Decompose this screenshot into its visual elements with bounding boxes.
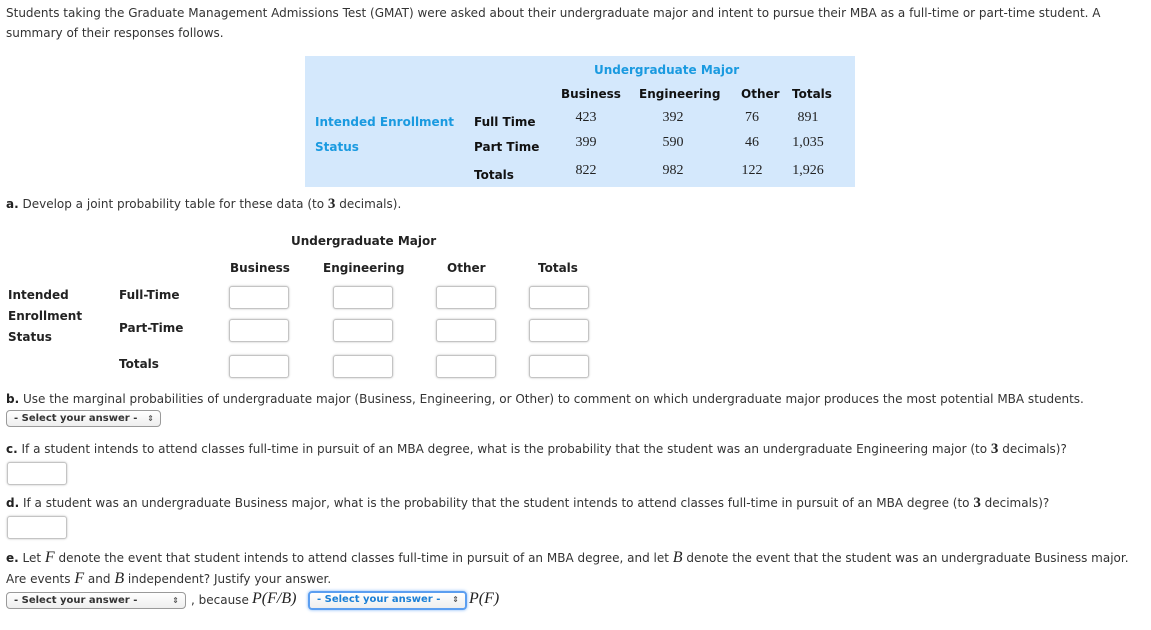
part-d-label: d. [6, 496, 20, 510]
part-c-question: c. If a student intends to attend classe… [6, 441, 1067, 457]
given-cell: 122 [741, 163, 763, 178]
full-time-other-input[interactable] [436, 286, 496, 309]
answer-col-other: Other [447, 261, 486, 275]
totals-business-input[interactable] [229, 355, 289, 378]
part-b-label: b. [6, 392, 20, 406]
answer-row-label-full-time: Full-Time [119, 288, 180, 302]
given-col-engineering: Engineering [639, 87, 721, 101]
full-time-engineering-input[interactable] [333, 286, 393, 309]
part-time-totals-input[interactable] [529, 319, 589, 342]
given-cell: 399 [575, 135, 597, 150]
part-d-answer-input[interactable] [7, 516, 67, 539]
given-col-other: Other [741, 87, 780, 101]
intro-line-1: Students taking the Graduate Management … [6, 6, 1101, 20]
because-text: , because [191, 593, 249, 607]
part-e-label: e. [6, 551, 19, 565]
part-time-engineering-input[interactable] [333, 319, 393, 342]
given-cell: 46 [745, 135, 759, 150]
part-c-answer-input[interactable] [7, 462, 67, 485]
part-e-question-line-1: e. Let F denote the event that student i… [6, 549, 1129, 566]
totals-engineering-input[interactable] [333, 355, 393, 378]
select-arrows-icon: ⇕ [172, 596, 179, 605]
given-cell: 891 [797, 110, 819, 125]
part-e-question-line-2: Are events F and B independent? Justify … [6, 570, 332, 587]
answer-col-business: Business [230, 261, 290, 275]
answer-col-engineering: Engineering [323, 261, 405, 275]
select-arrows-icon: ⇕ [147, 414, 154, 423]
full-time-totals-input[interactable] [529, 286, 589, 309]
given-cell: 76 [745, 110, 759, 125]
given-cell: 423 [575, 110, 597, 125]
given-cell: 590 [662, 135, 684, 150]
totals-other-input[interactable] [436, 355, 496, 378]
given-row-label-totals: Totals [474, 168, 514, 182]
part-time-business-input[interactable] [229, 319, 289, 342]
given-cell: 392 [662, 110, 684, 125]
intro-line-2: summary of their responses follows. [6, 26, 224, 40]
p-f: P(F) [469, 590, 500, 607]
given-cell: 1,035 [792, 135, 824, 150]
answer-row-label-totals: Totals [119, 357, 159, 371]
part-time-other-input[interactable] [436, 319, 496, 342]
answer-column-group-title: Undergraduate Major [291, 234, 437, 248]
given-col-totals: Totals [792, 87, 832, 101]
given-column-group-title: Undergraduate Major [594, 63, 740, 77]
given-row-group-title-2: Status [315, 140, 359, 154]
totals-totals-input[interactable] [529, 355, 589, 378]
given-cell: 1,926 [792, 163, 824, 178]
part-c-label: c. [6, 442, 18, 456]
answer-row-group-title-2: Enrollment [8, 309, 83, 323]
given-cell: 982 [662, 163, 684, 178]
answer-row-label-part-time: Part-Time [119, 321, 184, 335]
given-row-label-part-time: Part Time [474, 140, 540, 154]
answer-row-group-title-3: Status [8, 330, 52, 344]
p-f-given-b: P(F/B) [252, 590, 297, 607]
part-a-label: a. [6, 197, 19, 211]
part-e-independence-select[interactable]: - Select your answer - ⇕ [6, 592, 186, 609]
given-cell: 822 [575, 163, 597, 178]
select-arrows-icon: ⇕ [452, 595, 459, 604]
answer-col-totals: Totals [538, 261, 578, 275]
part-b-question: b. Use the marginal probabilities of und… [6, 392, 1084, 406]
part-a-question: a. Develop a joint probability table for… [6, 196, 402, 212]
part-d-question: d. If a student was an undergraduate Bus… [6, 495, 1050, 511]
part-e-comparison-select[interactable]: - Select your answer - ⇕ [308, 591, 467, 610]
full-time-business-input[interactable] [229, 286, 289, 309]
part-b-answer-select[interactable]: - Select your answer - ⇕ [6, 410, 161, 427]
given-row-group-title-1: Intended Enrollment [315, 115, 454, 129]
answer-row-group-title-1: Intended [8, 288, 69, 302]
given-col-business: Business [561, 87, 621, 101]
given-row-label-full-time: Full Time [474, 115, 536, 129]
